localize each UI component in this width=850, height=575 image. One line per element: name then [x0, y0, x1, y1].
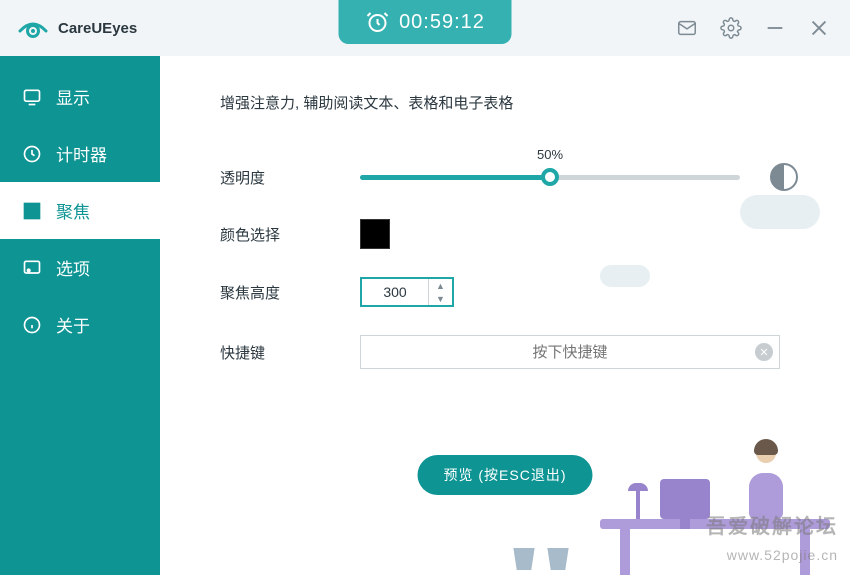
sidebar-item-label: 显示	[56, 84, 90, 109]
sidebar-item-label: 选项	[56, 255, 90, 280]
settings-icon[interactable]	[720, 17, 742, 39]
eye-logo-icon	[18, 17, 48, 39]
main-panel: 增强注意力, 辅助阅读文本、表格和电子表格 透明度 50%	[160, 56, 850, 575]
sidebar-item-timer[interactable]: 计时器	[0, 125, 160, 182]
hotkey-input[interactable]	[361, 336, 779, 368]
focus-height-spinner[interactable]: ▲ ▼	[360, 277, 454, 307]
sidebar-item-label: 聚焦	[56, 198, 90, 223]
sidebar-item-options[interactable]: 选项	[0, 239, 160, 296]
mail-icon[interactable]	[676, 17, 698, 39]
sidebar-item-focus[interactable]: 聚焦	[0, 182, 160, 239]
brand-text: CareUEyes	[58, 20, 137, 37]
minimize-button[interactable]	[764, 17, 786, 39]
preview-button[interactable]: 预览 (按ESC退出)	[418, 455, 593, 495]
slider-thumb[interactable]	[541, 168, 559, 186]
opacity-slider[interactable]: 50%	[360, 175, 740, 180]
color-label: 颜色选择	[220, 224, 360, 245]
sidebar-item-about[interactable]: 关于	[0, 296, 160, 353]
spinner-down[interactable]: ▼	[429, 292, 452, 305]
opacity-value-text: 50%	[537, 147, 563, 162]
sidebar: 显示 计时器 聚焦 选项 关于	[0, 56, 160, 575]
focus-height-input[interactable]	[362, 279, 428, 305]
height-label: 聚焦高度	[220, 282, 360, 303]
sidebar-item-label: 关于	[56, 312, 90, 337]
watermark-line2: www.52pojie.cn	[727, 547, 838, 563]
sidebar-item-label: 计时器	[56, 141, 107, 166]
close-button[interactable]	[808, 17, 830, 39]
titlebar: CareUEyes 00:59:12	[0, 0, 850, 56]
spinner-up[interactable]: ▲	[429, 279, 452, 292]
hotkey-label: 快捷键	[220, 342, 360, 363]
sidebar-item-display[interactable]: 显示	[0, 68, 160, 125]
description-text: 增强注意力, 辅助阅读文本、表格和电子表格	[220, 92, 810, 113]
timer-value: 00:59:12	[399, 11, 485, 34]
hotkey-box[interactable]: ✕	[360, 335, 780, 369]
watermark-line1: 吾爱破解论坛	[706, 510, 838, 539]
timer-pill[interactable]: 00:59:12	[339, 0, 512, 44]
hotkey-clear-icon[interactable]: ✕	[755, 343, 773, 361]
contrast-icon[interactable]	[770, 163, 798, 191]
opacity-label: 透明度	[220, 167, 360, 188]
alarm-clock-icon	[365, 10, 389, 34]
color-swatch[interactable]	[360, 219, 390, 249]
logo-area: CareUEyes	[0, 17, 137, 39]
